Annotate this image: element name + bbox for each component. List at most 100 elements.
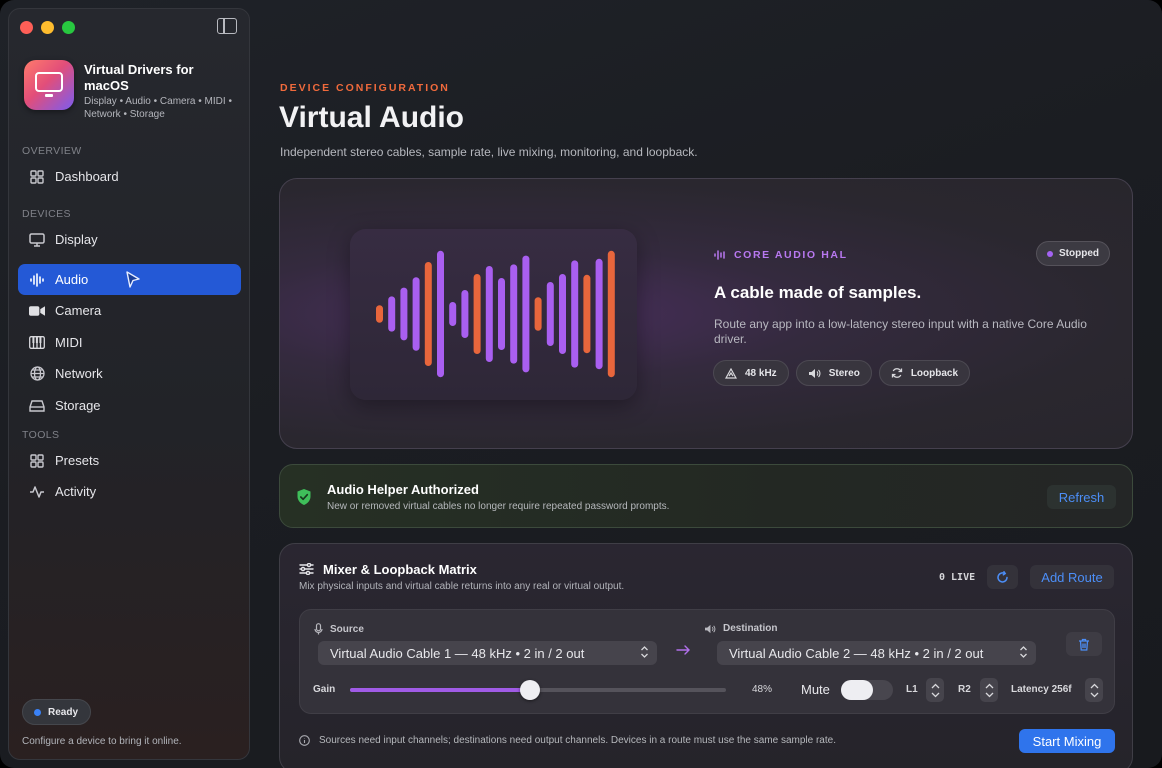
mixer-title: Mixer & Loopback Matrix xyxy=(323,562,477,577)
mixer-subtitle: Mix physical inputs and virtual cable re… xyxy=(299,581,625,592)
chip-label: 48 kHz xyxy=(745,367,777,379)
waveform-bar xyxy=(400,287,408,341)
waveform-bar xyxy=(376,305,383,323)
delete-route-button[interactable] xyxy=(1066,632,1102,656)
page-subtitle: Independent stereo cables, sample rate, … xyxy=(280,145,698,159)
gain-slider-fill xyxy=(350,688,531,692)
display-icon xyxy=(29,232,45,248)
destination-label: Destination xyxy=(704,623,777,634)
drive-icon xyxy=(29,398,45,414)
chip-label: Stereo xyxy=(828,367,860,379)
right-channel-stepper[interactable] xyxy=(980,678,998,702)
window-controls xyxy=(20,21,75,34)
sidebar-item-label: Dashboard xyxy=(55,169,119,184)
sidebar-item-activity[interactable]: Activity xyxy=(18,476,241,507)
mute-toggle[interactable] xyxy=(841,680,893,700)
waveform-illustration xyxy=(350,229,637,400)
sidebar-item-camera[interactable]: Camera xyxy=(18,295,241,326)
hero-tag: CORE AUDIO HAL xyxy=(714,249,848,261)
destination-select-value: Virtual Audio Cable 2 — 48 kHz • 2 in / … xyxy=(729,645,984,661)
waveform-bar xyxy=(498,278,505,350)
helper-authorized-banner: Audio Helper Authorized New or removed v… xyxy=(279,464,1133,528)
reload-routes-button[interactable] xyxy=(987,565,1018,589)
waveform-bar xyxy=(485,266,493,362)
sidebar-item-label: Network xyxy=(55,366,103,381)
feature-chips: 48 kHz Stereo Loopback xyxy=(713,360,971,386)
sidebar-item-label: Storage xyxy=(55,398,101,413)
mixer-card: Mixer & Loopback Matrix Mix physical inp… xyxy=(279,543,1133,768)
trash-icon xyxy=(1079,638,1089,651)
sidebar-item-label: Camera xyxy=(55,303,102,318)
refresh-button[interactable]: Refresh xyxy=(1047,485,1116,509)
right-channel-label: R2 xyxy=(958,684,971,695)
waveform-triangle-icon xyxy=(725,367,737,379)
sidebar-toggle-icon[interactable] xyxy=(217,18,237,34)
destination-select[interactable]: Virtual Audio Cable 2 — 48 kHz • 2 in / … xyxy=(717,641,1036,665)
waveform-bar xyxy=(571,260,579,368)
status-dot-icon xyxy=(1047,250,1053,257)
chevron-up-down-icon xyxy=(1020,646,1027,658)
gain-slider-handle[interactable] xyxy=(520,680,541,700)
speaker-icon xyxy=(808,368,821,378)
gain-label: Gain xyxy=(313,684,336,695)
left-channel-label: L1 xyxy=(906,684,918,695)
app-title: Virtual Drivers for macOS xyxy=(84,62,194,93)
start-mixing-button[interactable]: Start Mixing xyxy=(1019,729,1115,753)
mute-toggle-knob xyxy=(841,680,873,700)
chip-stereo: Stereo xyxy=(795,360,872,386)
page-title: Virtual Audio xyxy=(279,101,465,134)
video-camera-icon xyxy=(29,303,45,319)
source-select[interactable]: Virtual Audio Cable 1 — 48 kHz • 2 in / … xyxy=(318,641,657,665)
sidebar-item-network[interactable]: Network xyxy=(18,358,241,389)
waveform-bar xyxy=(559,274,566,354)
sidebar-hint: Configure a device to bring it online. xyxy=(22,736,182,747)
waveform-bar xyxy=(473,274,481,354)
chip-loopback: Loopback xyxy=(878,360,971,386)
hero-card: CORE AUDIO HAL Stopped A cable made of s… xyxy=(279,178,1133,449)
status-badge: Ready xyxy=(22,699,92,725)
shield-check-icon xyxy=(297,489,311,505)
chip-label: Loopback xyxy=(910,367,959,379)
waveform-bar xyxy=(522,255,530,373)
chevron-down-icon xyxy=(931,692,939,697)
sidebar-item-midi[interactable]: MIDI xyxy=(18,327,241,358)
chevron-up-icon xyxy=(1090,683,1098,688)
app-logo-icon xyxy=(24,60,74,110)
sidebar-item-label: Activity xyxy=(55,484,97,499)
mixer-footnote: Sources need input channels; destination… xyxy=(299,735,836,746)
status-dot-icon xyxy=(34,708,41,716)
chevron-up-icon xyxy=(985,683,993,688)
close-window-button[interactable] xyxy=(20,21,33,34)
page-eyebrow: DEVICE CONFIGURATION xyxy=(280,82,450,94)
banner-title: Audio Helper Authorized xyxy=(327,482,479,497)
grid-icon xyxy=(29,453,45,469)
waveform-icon xyxy=(29,272,45,288)
waveform-bar xyxy=(388,296,396,332)
add-route-button[interactable]: Add Route xyxy=(1030,565,1114,589)
sliders-icon xyxy=(299,563,314,575)
waveform-bar xyxy=(449,302,457,326)
waveform-bar xyxy=(412,277,420,351)
latency-stepper[interactable] xyxy=(1085,678,1103,702)
piano-keys-icon xyxy=(29,335,45,351)
banner-subtitle: New or removed virtual cables no longer … xyxy=(327,501,670,512)
info-icon xyxy=(299,735,310,746)
waveform-bar xyxy=(424,262,432,366)
sidebar-item-storage[interactable]: Storage xyxy=(18,390,241,421)
section-overview: OVERVIEW xyxy=(22,145,82,157)
chip-sample-rate: 48 kHz xyxy=(713,360,789,386)
sidebar-item-display[interactable]: Display xyxy=(18,224,241,255)
sidebar-item-presets[interactable]: Presets xyxy=(18,445,241,476)
waveform-bar xyxy=(595,258,603,370)
zoom-window-button[interactable] xyxy=(62,21,75,34)
hero-headline: A cable made of samples. xyxy=(714,283,922,302)
minimize-window-button[interactable] xyxy=(41,21,54,34)
waveform-bar xyxy=(583,274,591,354)
source-select-value: Virtual Audio Cable 1 — 48 kHz • 2 in / … xyxy=(330,645,585,661)
sidebar-item-dashboard[interactable]: Dashboard xyxy=(18,161,241,192)
chevron-down-icon xyxy=(985,692,993,697)
chevron-up-down-icon xyxy=(641,646,648,658)
sidebar-item-label: MIDI xyxy=(55,335,83,350)
left-channel-stepper[interactable] xyxy=(926,678,944,702)
device-status-badge: Stopped xyxy=(1036,241,1110,266)
